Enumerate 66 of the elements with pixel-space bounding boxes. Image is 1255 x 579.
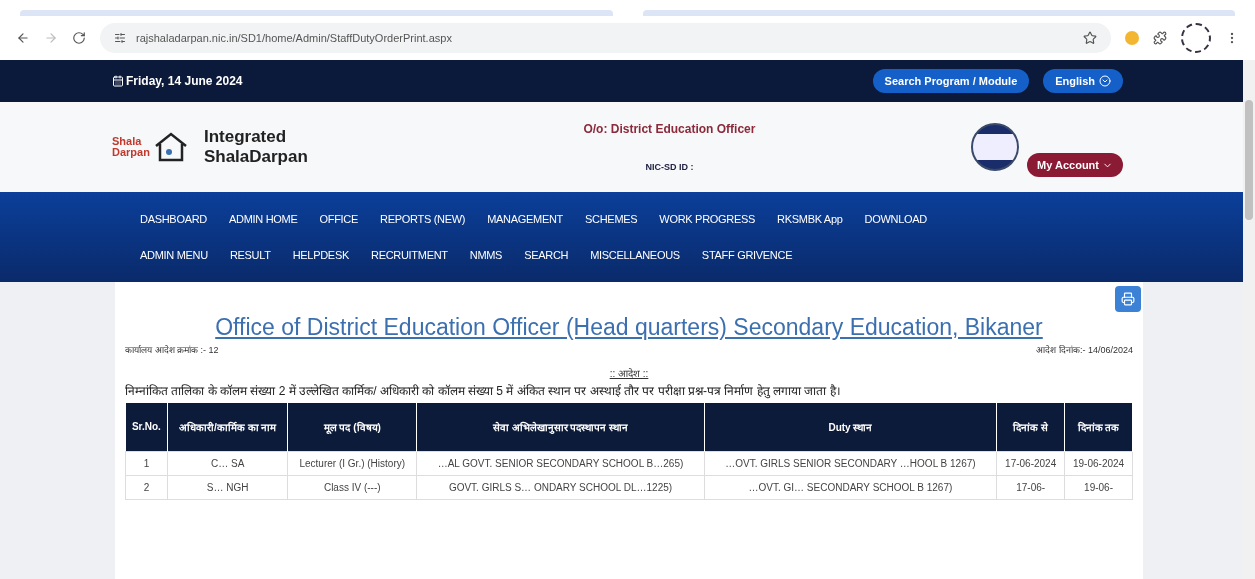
site-settings-icon[interactable] (114, 32, 126, 44)
avatar (971, 123, 1020, 171)
column-header: अधिकारी/कार्मिक का नाम (167, 403, 288, 451)
nav-item[interactable]: DASHBOARD (140, 213, 207, 225)
logo-text: Shala Darpan (112, 136, 150, 158)
chevron-down-icon (1099, 75, 1111, 87)
address-bar[interactable]: rajshaladarpan.nic.in/SD1/home/Admin/StaffDutyOrderPrint.aspx (100, 23, 1111, 53)
table-cell: 19-06- (1064, 475, 1133, 499)
table-cell: 17-06- (996, 475, 1065, 499)
language-button[interactable]: English (1043, 69, 1123, 93)
table-cell: Class IV (---) (287, 475, 417, 499)
table-cell: 1 (125, 451, 168, 475)
current-date: Friday, 14 June 2024 (112, 74, 859, 88)
portal-title: Integrated (203, 126, 288, 147)
nav-item[interactable]: RKSMBK App (777, 213, 843, 225)
column-header: Duty स्थान (704, 403, 997, 451)
order-title: :: आदेश :: (609, 367, 649, 380)
table-cell: S… NGH (167, 475, 288, 499)
profile-icon[interactable] (1181, 23, 1211, 53)
table-cell: …OVT. GI… SECONDARY SCHOOL B 1267) (704, 475, 997, 499)
nav-item[interactable]: RECRUITMENT (371, 249, 448, 261)
calendar-icon (112, 75, 124, 87)
table-cell: …OVT. GIRLS SENIOR SECONDARY …HOOL B 1267) (704, 451, 997, 475)
nav-item[interactable]: MISCELLANEOUS (590, 249, 680, 261)
column-header: Sr.No. (125, 403, 168, 451)
table-cell: GOVT. GIRLS S… ONDARY SCHOOL DL…1225) (416, 475, 705, 499)
nav-item[interactable]: STAFF GRIVENCE (701, 249, 793, 261)
table-cell: 2 (125, 475, 168, 499)
column-header: दिनांक से (996, 403, 1065, 451)
nav-item[interactable]: MANAGEMENT (487, 213, 563, 225)
column-header: सेवा अभिलेखानुसार पदस्थापन स्थान (416, 403, 705, 451)
nav-item[interactable]: REPORTS (NEW) (380, 213, 466, 225)
house-logo-icon (153, 132, 188, 162)
column-header: मूल पद (विषय) (287, 403, 417, 451)
nav-item[interactable]: SEARCH (524, 249, 569, 261)
office-name: O/o: District Education Officer (583, 122, 756, 136)
back-icon[interactable] (16, 31, 30, 45)
nav-item[interactable]: ADMIN MENU (140, 249, 208, 261)
nav-item[interactable]: SCHEMES (585, 213, 638, 225)
table-cell: 19-06-2024 (1064, 451, 1133, 475)
scrollbar-thumb[interactable] (1245, 100, 1253, 220)
search-program-button[interactable]: Search Program / Module (872, 69, 1030, 93)
table-cell: C… SA (167, 451, 288, 475)
document-heading[interactable]: Office of District Education Officer (Head quarters) Secondary Education, Bikaner (215, 314, 1043, 341)
nav-item[interactable]: DOWNLOAD (864, 213, 927, 225)
portal-title: ShalaDarpan (203, 147, 308, 168)
nic-id-label: NIC-SD ID : (645, 162, 694, 172)
nav-item[interactable]: WORK PROGRESS (659, 213, 756, 225)
order-date: आदेश दिनांक:- 14/06/2024 (1036, 344, 1133, 356)
nav-item[interactable]: NMMS (469, 249, 503, 261)
printer-icon (1121, 292, 1135, 306)
order-text: निम्नांकित तालिका के कॉलम संख्या 2 में उल्लेखित कार्मिक/ अधिकारी को कॉलम संख्या 5 में अंकित स्थान पर अस्थाई तौर पर परीक्षा प्रश्न-पत्र निर्माण हेतु लगाया जाता है। (125, 383, 842, 399)
table-cell: Lecturer (I Gr.) (History) (287, 451, 417, 475)
star-icon[interactable] (1083, 31, 1097, 45)
nav-item[interactable]: RESULT (229, 249, 271, 261)
reload-icon[interactable] (72, 31, 86, 45)
order-number: कार्यालय आदेश क्रमांक :- 12 (125, 344, 219, 356)
nav-item[interactable]: HELPDESK (292, 249, 349, 261)
table-cell: …AL GOVT. SENIOR SECONDARY SCHOOL B…265) (416, 451, 705, 475)
my-account-button[interactable]: My Account (1027, 153, 1123, 177)
table-cell: 17-06-2024 (996, 451, 1065, 475)
print-button[interactable] (1115, 286, 1141, 312)
nav-item[interactable]: ADMIN HOME (229, 213, 298, 225)
column-header: दिनांक तक (1064, 403, 1133, 451)
nav-item[interactable]: OFFICE (319, 213, 359, 225)
puzzle-icon[interactable] (1153, 31, 1167, 45)
